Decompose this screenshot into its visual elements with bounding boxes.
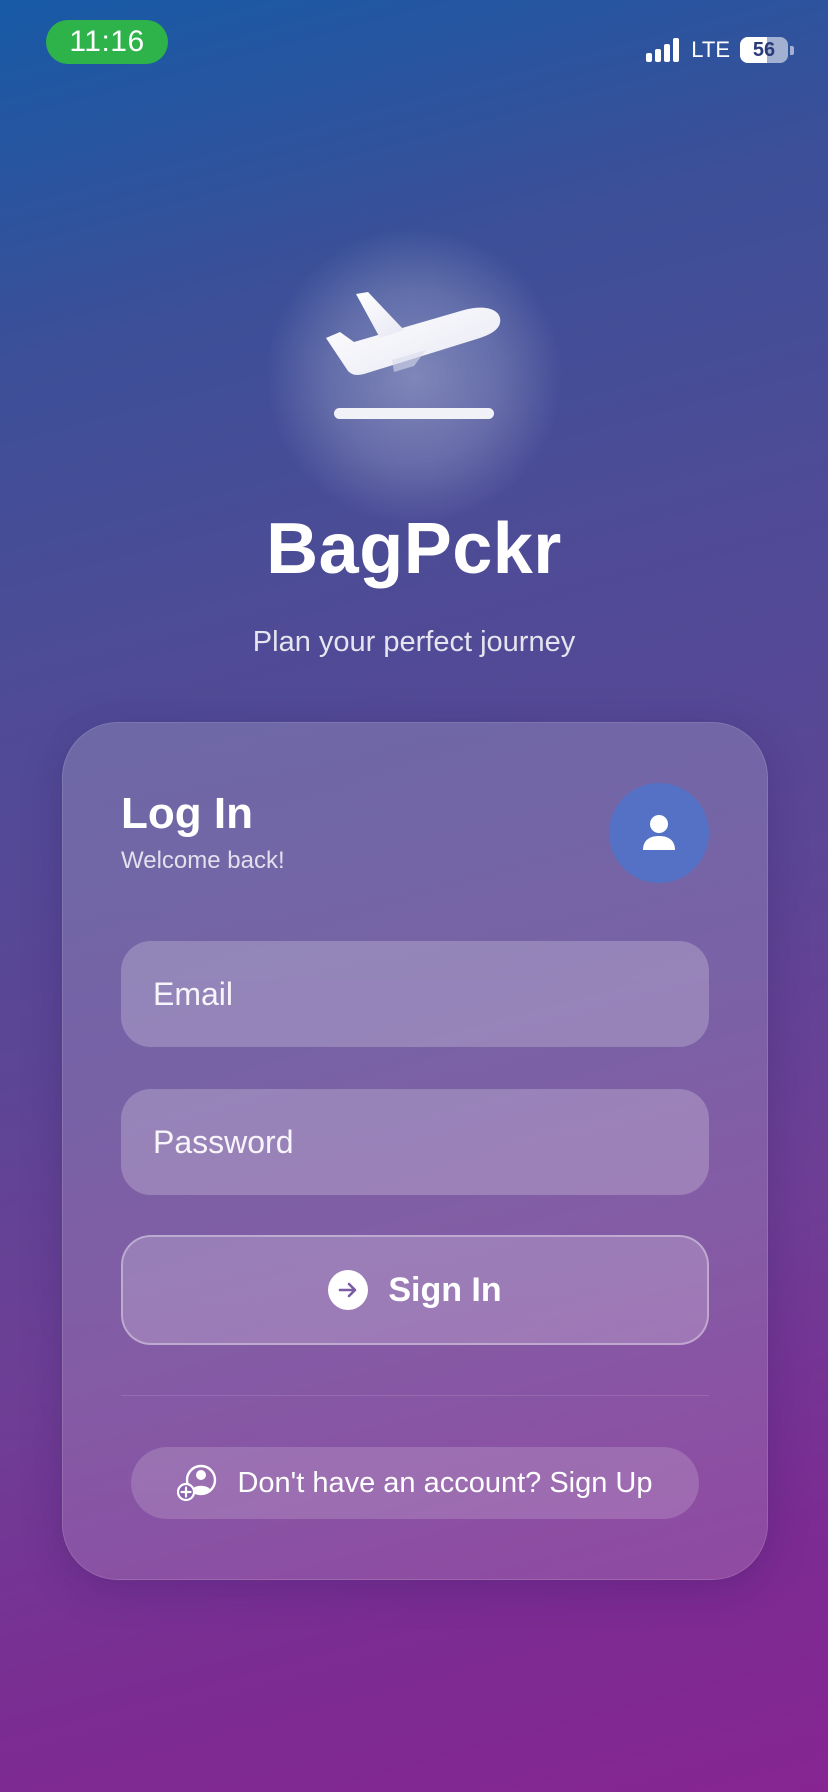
- status-time: 11:16: [46, 20, 168, 64]
- sign-in-button[interactable]: Sign In: [121, 1235, 709, 1345]
- sign-up-label: Don't have an account? Sign Up: [237, 1466, 653, 1499]
- avatar: [609, 783, 709, 883]
- airplane-takeoff-icon: [326, 292, 501, 419]
- status-indicators: LTE 56: [646, 36, 794, 64]
- divider: [121, 1395, 709, 1396]
- status-bar: 11:16 LTE 56: [0, 0, 828, 90]
- sign-up-link[interactable]: Don't have an account? Sign Up: [131, 1447, 699, 1519]
- battery-icon: 56: [740, 37, 794, 63]
- login-subtitle: Welcome back!: [121, 847, 285, 874]
- app-tagline: Plan your perfect journey: [252, 626, 576, 658]
- add-user-icon: [177, 1464, 217, 1502]
- password-field[interactable]: [121, 1089, 709, 1195]
- battery-level: 56: [752, 39, 776, 61]
- email-field[interactable]: [121, 941, 709, 1047]
- user-icon: [643, 815, 675, 850]
- sign-in-label: Sign In: [388, 1270, 502, 1309]
- login-title: Log In: [121, 789, 253, 838]
- network-label: LTE: [691, 37, 730, 62]
- login-screen: 11:16 LTE 56 BagPckr Plan your perfect j…: [0, 0, 828, 1792]
- arrow-right-circle-icon: [328, 1270, 369, 1310]
- login-card: Log In Welcome back! Sign In: [62, 722, 768, 1580]
- app-title: BagPckr: [266, 509, 562, 589]
- signal-icon: [646, 38, 680, 62]
